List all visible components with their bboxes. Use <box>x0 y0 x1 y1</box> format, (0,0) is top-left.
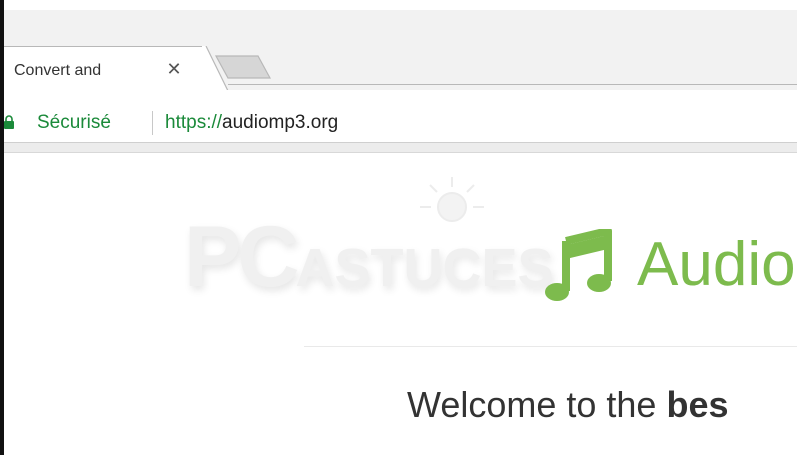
secure-label[interactable]: Sécurisé <box>37 112 111 134</box>
address-bar[interactable]: Sécurisé https://audiomp3.org <box>4 97 797 145</box>
close-tab-icon[interactable]: ✕ <box>164 59 184 79</box>
welcome-prefix: Welcome to the <box>407 384 667 425</box>
watermark-pc: PC <box>184 209 299 305</box>
welcome-bold: bes <box>666 384 729 425</box>
url-host: audiomp3.org <box>222 112 339 133</box>
welcome-heading: Welcome to the bes <box>407 384 729 426</box>
web-page: PCASTUCES Audio Welcome to the bes <box>4 153 797 455</box>
pcastuces-watermark: PCASTUCES <box>184 208 554 307</box>
window-left-edge <box>0 0 4 455</box>
browser-window: Convert and ✕ Sécurisé https://audiomp3.… <box>0 0 797 455</box>
watermark-astuces: ASTUCES <box>295 238 554 298</box>
tab-title: Convert and <box>14 62 102 79</box>
address-separator <box>152 111 153 135</box>
music-note-icon <box>545 229 612 301</box>
window-top-edge <box>0 0 797 10</box>
new-tab-button[interactable] <box>214 54 272 80</box>
site-title: Audio <box>637 230 796 299</box>
url-text[interactable]: https://audiomp3.org <box>165 112 338 134</box>
tab-strip: Convert and ✕ <box>4 10 797 97</box>
header-divider <box>304 346 797 347</box>
tabstrip-divider <box>228 84 797 85</box>
url-scheme: https:// <box>165 112 223 133</box>
lock-icon <box>4 115 14 129</box>
